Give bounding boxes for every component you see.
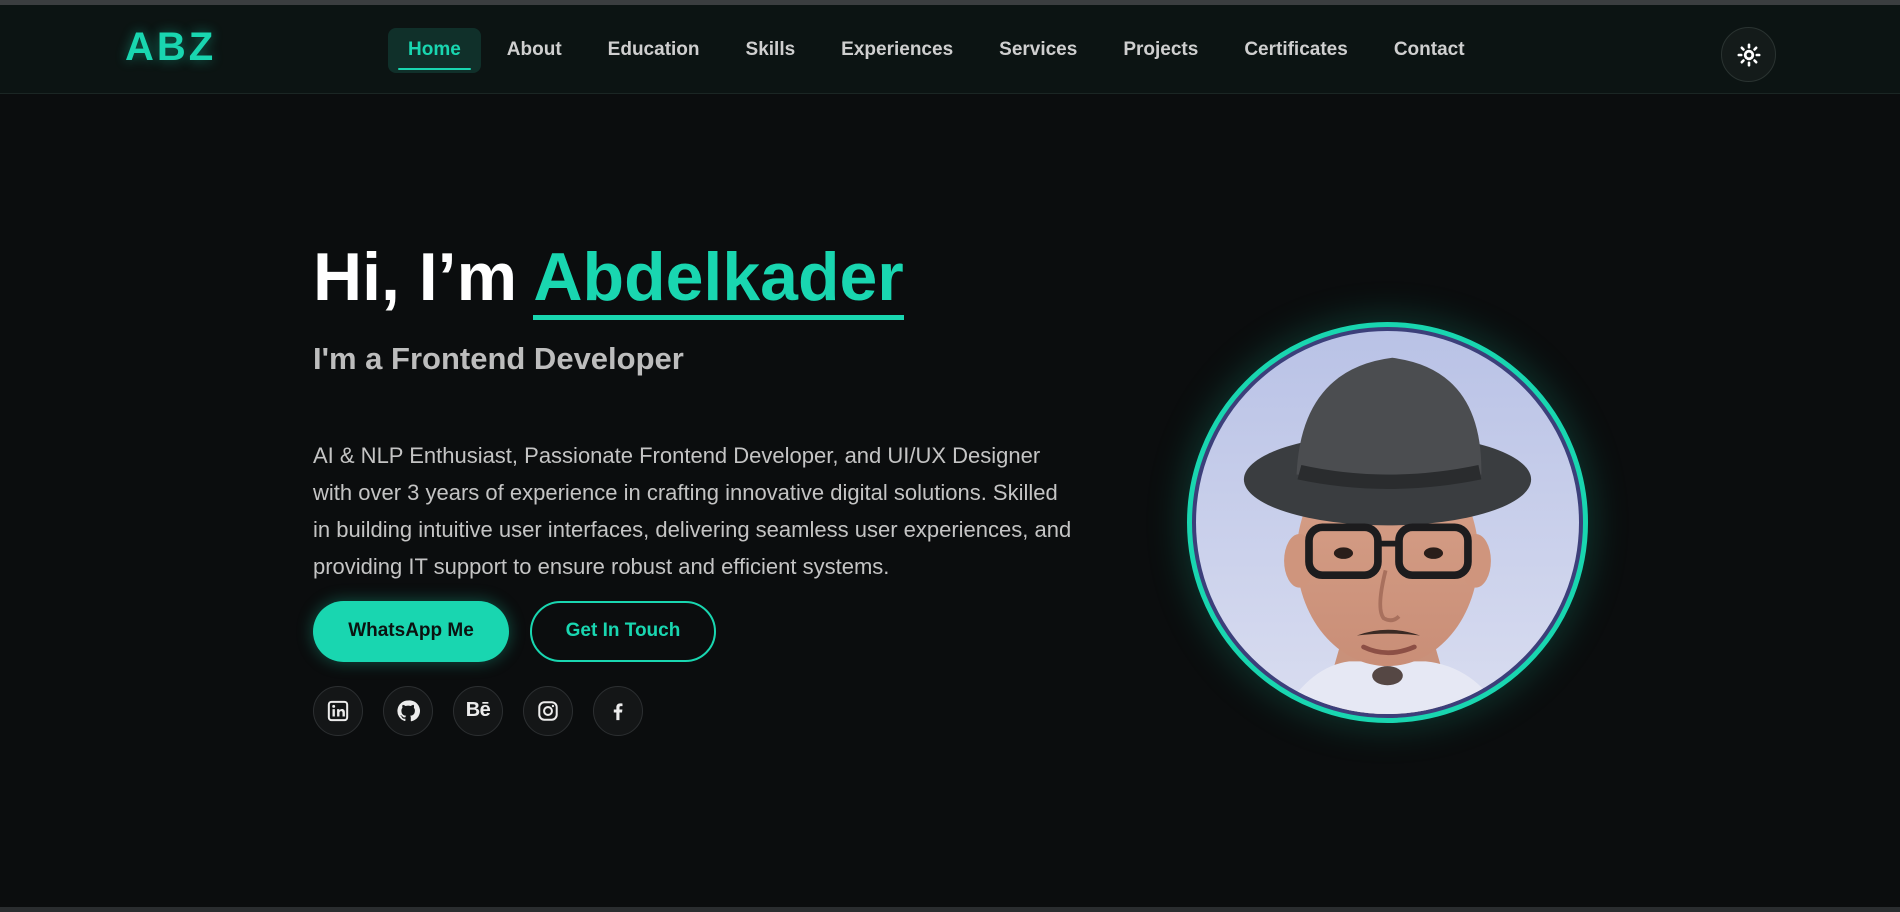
sun-icon <box>1736 42 1761 67</box>
linkedin-link[interactable] <box>313 685 363 736</box>
nav-item-education[interactable]: Education <box>588 28 720 73</box>
github-icon <box>397 700 420 722</box>
hero-greeting: Hi, I’m <box>313 239 518 315</box>
bottom-border <box>0 907 1900 912</box>
nav-item-home[interactable]: Home <box>388 28 481 73</box>
instagram-link[interactable] <box>523 685 573 736</box>
instagram-icon <box>538 701 558 721</box>
nav-item-certificates[interactable]: Certificates <box>1224 28 1368 73</box>
cta-row: WhatsApp Me Get In Touch <box>313 600 1073 662</box>
social-links: Bē <box>313 685 1073 736</box>
nav-item-about[interactable]: About <box>487 28 582 73</box>
logo[interactable]: ABZ <box>125 25 216 70</box>
linkedin-icon <box>327 700 349 721</box>
facebook-link[interactable] <box>593 685 643 736</box>
github-link[interactable] <box>383 685 433 736</box>
facebook-icon <box>613 703 623 720</box>
hero-section: Hi, I’m Abdelkader I'm a Frontend Develo… <box>313 239 1073 736</box>
hero-description: AI & NLP Enthusiast, Passionate Frontend… <box>313 442 1072 579</box>
profile-avatar <box>1187 322 1588 723</box>
hero-role: I'm a Frontend Developer <box>313 340 684 376</box>
get-in-touch-button[interactable]: Get In Touch <box>530 600 716 662</box>
nav-links: Home About Education Skills Experiences … <box>388 28 1485 73</box>
hero-title: Hi, I’m Abdelkader <box>313 239 1073 320</box>
nav-item-experiences[interactable]: Experiences <box>821 28 973 73</box>
nav-item-services[interactable]: Services <box>979 28 1097 73</box>
profile-photo <box>1196 331 1579 714</box>
behance-icon: Bē <box>465 699 491 722</box>
behance-link[interactable]: Bē <box>453 685 503 736</box>
profile-portrait <box>1196 331 1579 714</box>
navbar: ABZ Home About Education Skills Experien… <box>0 5 1900 94</box>
nav-item-contact[interactable]: Contact <box>1374 28 1485 73</box>
nav-item-projects[interactable]: Projects <box>1103 28 1218 73</box>
whatsapp-button[interactable]: WhatsApp Me <box>313 600 509 662</box>
theme-toggle-button[interactable] <box>1721 27 1776 82</box>
hero-name: Abdelkader <box>533 239 904 320</box>
nav-item-skills[interactable]: Skills <box>726 28 816 73</box>
